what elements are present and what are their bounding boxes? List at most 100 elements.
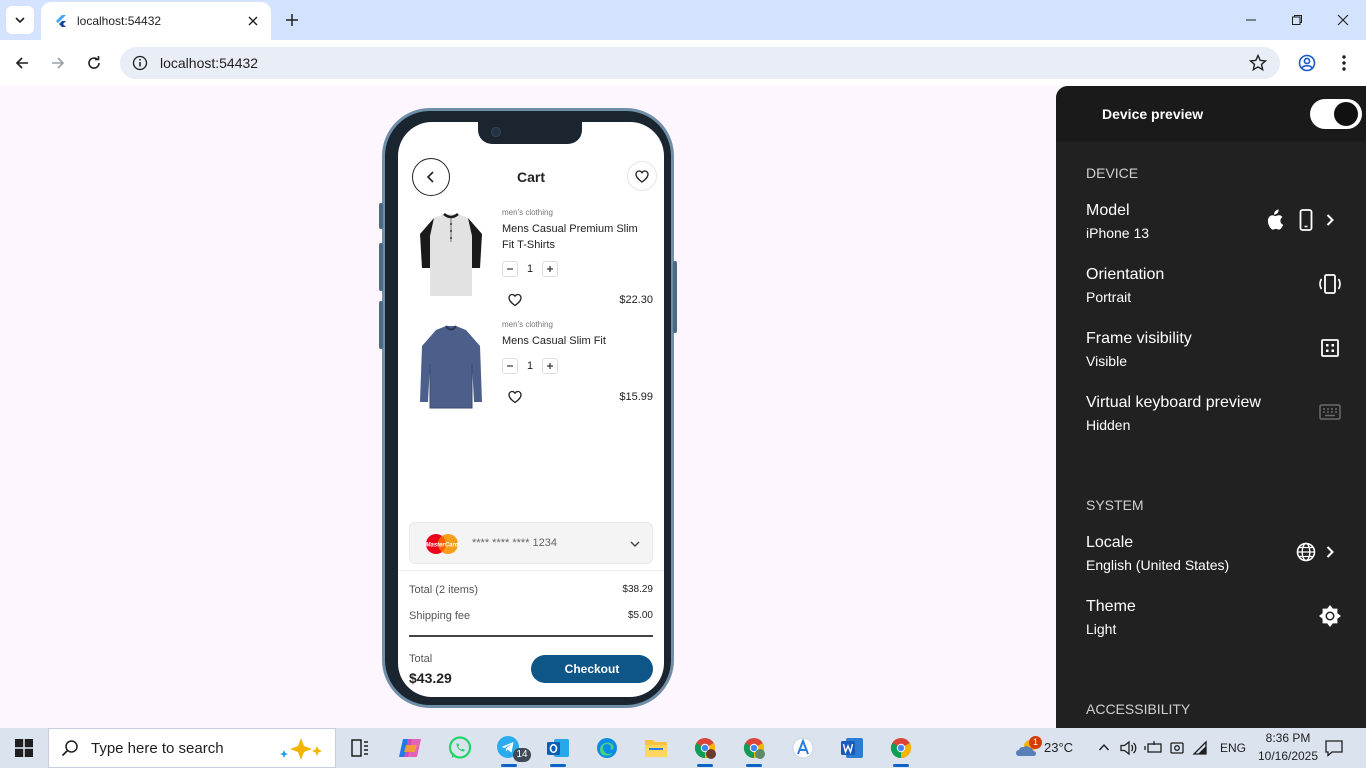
decrease-qty-button[interactable] bbox=[502, 358, 518, 374]
close-icon bbox=[1337, 14, 1349, 26]
model-setting[interactable]: Model iPhone 13 bbox=[1086, 202, 1346, 252]
arrow-right-icon bbox=[52, 57, 65, 69]
keyboard-preview-setting[interactable]: Virtual keyboard preview Hidden bbox=[1086, 394, 1346, 444]
decrease-qty-button[interactable] bbox=[502, 261, 518, 277]
profile-button[interactable] bbox=[1295, 51, 1319, 75]
clock-date[interactable]: 10/16/2025 bbox=[1257, 749, 1319, 763]
accessibility-section-heading: ACCESSIBILITY bbox=[1086, 701, 1191, 717]
weather-alert-badge: 1 bbox=[1029, 736, 1042, 749]
card-number: **** **** **** 1234 bbox=[472, 537, 558, 549]
chevron-right-icon bbox=[1318, 208, 1342, 232]
notifications-icon[interactable] bbox=[1324, 739, 1344, 757]
model-label: Model bbox=[1086, 202, 1130, 219]
task-view-button[interactable] bbox=[340, 732, 380, 764]
language-app[interactable] bbox=[783, 732, 823, 764]
start-button[interactable] bbox=[0, 728, 48, 768]
chrome-profile-m-app[interactable] bbox=[734, 732, 774, 767]
payment-method-select[interactable]: MasterCard **** **** **** 1234 bbox=[409, 522, 653, 564]
theme-label: Theme bbox=[1086, 598, 1136, 615]
page-title: Cart bbox=[516, 169, 545, 185]
tab-search-button[interactable] bbox=[6, 6, 34, 34]
device-section-heading: DEVICE bbox=[1086, 165, 1139, 181]
forward-nav-button[interactable] bbox=[46, 51, 70, 75]
restore-button[interactable] bbox=[1274, 0, 1320, 40]
page-content: Cart men's clothing Mens Casual Premium … bbox=[0, 86, 1366, 728]
star-icon bbox=[1249, 54, 1267, 72]
orientation-setting[interactable]: Orientation Portrait bbox=[1086, 266, 1346, 316]
outlook-app[interactable] bbox=[538, 732, 578, 767]
subtotal-value: $38.29 bbox=[622, 584, 653, 595]
locale-label: Locale bbox=[1086, 534, 1134, 551]
battery-icon[interactable] bbox=[1144, 740, 1162, 756]
file-explorer-app[interactable] bbox=[636, 732, 676, 764]
theme-setting[interactable]: Theme Light bbox=[1086, 598, 1346, 648]
keyboard-preview-value: Hidden bbox=[1086, 417, 1131, 433]
chevron-up-icon[interactable] bbox=[1098, 742, 1110, 752]
product-name[interactable]: Mens Casual Premium Slim Fit T-Shirts bbox=[502, 221, 652, 253]
translate-icon bbox=[792, 737, 814, 759]
minimize-icon bbox=[1246, 19, 1256, 21]
whatsapp-app[interactable] bbox=[440, 732, 480, 764]
product-price: $15.99 bbox=[619, 391, 653, 403]
svg-text:MasterCard: MasterCard bbox=[425, 543, 458, 549]
weather-widget[interactable]: 1 bbox=[1008, 732, 1048, 764]
increase-qty-button[interactable] bbox=[542, 261, 558, 277]
increase-qty-button[interactable] bbox=[542, 358, 558, 374]
reload-button[interactable] bbox=[82, 51, 106, 75]
meet-now-icon[interactable] bbox=[1168, 740, 1186, 756]
product-price: $22.30 bbox=[619, 294, 653, 306]
telegram-app[interactable]: 14 bbox=[489, 732, 531, 767]
quantity-stepper: 1 bbox=[502, 261, 558, 277]
taskbar-search-box[interactable]: Type here to search bbox=[48, 728, 336, 768]
close-window-button[interactable] bbox=[1320, 0, 1366, 40]
heart-icon[interactable] bbox=[508, 293, 522, 307]
address-bar[interactable]: localhost:54432 bbox=[120, 47, 1280, 79]
copilot-app[interactable] bbox=[390, 732, 430, 764]
weather-temperature[interactable]: 23°C bbox=[1044, 740, 1073, 755]
chevron-down-icon bbox=[15, 17, 25, 24]
plus-icon bbox=[547, 363, 553, 369]
mastercard-logo: MasterCard bbox=[425, 534, 459, 554]
frame-visibility-value: Visible bbox=[1086, 353, 1127, 369]
back-nav-button[interactable] bbox=[10, 51, 34, 75]
close-tab-icon[interactable] bbox=[245, 13, 261, 29]
network-wifi-icon[interactable] bbox=[1192, 740, 1210, 756]
edge-icon bbox=[597, 738, 617, 758]
heart-icon[interactable] bbox=[508, 390, 522, 404]
volume-icon[interactable] bbox=[1120, 740, 1138, 756]
theme-value: Light bbox=[1086, 621, 1117, 637]
quantity-stepper: 1 bbox=[502, 358, 558, 374]
minimize-button[interactable] bbox=[1228, 0, 1274, 40]
bookmark-button[interactable] bbox=[1246, 51, 1270, 75]
product-image-henley-shirt[interactable] bbox=[416, 212, 486, 298]
product-name[interactable]: Mens Casual Slim Fit bbox=[502, 333, 652, 349]
site-info-icon bbox=[132, 55, 148, 71]
word-icon bbox=[841, 738, 863, 758]
more-vert-icon bbox=[1342, 55, 1346, 71]
favorites-button[interactable] bbox=[627, 161, 657, 191]
keyboard-icon bbox=[1318, 400, 1342, 424]
frame-visibility-setting[interactable]: Frame visibility Visible bbox=[1086, 330, 1346, 380]
product-image-slim-fit-shirt[interactable] bbox=[416, 324, 486, 410]
new-tab-button[interactable] bbox=[282, 10, 302, 30]
phone-power-button bbox=[673, 261, 677, 333]
chrome-icon bbox=[694, 738, 716, 759]
chrome-app[interactable] bbox=[881, 732, 921, 767]
cart-item: men's clothing Mens Casual Premium Slim … bbox=[398, 208, 664, 308]
checkout-button[interactable]: Checkout bbox=[531, 655, 653, 683]
frame-visibility-label: Frame visibility bbox=[1086, 330, 1192, 347]
clock-time[interactable]: 8:36 PM bbox=[1261, 731, 1315, 745]
edge-app[interactable] bbox=[587, 732, 627, 764]
word-app[interactable] bbox=[832, 732, 872, 764]
heart-icon bbox=[635, 169, 649, 183]
windows-logo-icon bbox=[15, 739, 33, 757]
locale-setting[interactable]: Locale English (United States) bbox=[1086, 534, 1346, 584]
orientation-value: Portrait bbox=[1086, 289, 1132, 305]
copilot-icon bbox=[399, 739, 421, 757]
device-preview-toggle[interactable] bbox=[1310, 99, 1362, 129]
browser-tab[interactable]: localhost:54432 bbox=[41, 2, 271, 40]
chrome-profile-app[interactable] bbox=[685, 732, 725, 767]
url-text: localhost:54432 bbox=[160, 55, 259, 71]
browser-menu-button[interactable] bbox=[1332, 51, 1356, 75]
input-language[interactable]: ENG bbox=[1220, 741, 1246, 755]
